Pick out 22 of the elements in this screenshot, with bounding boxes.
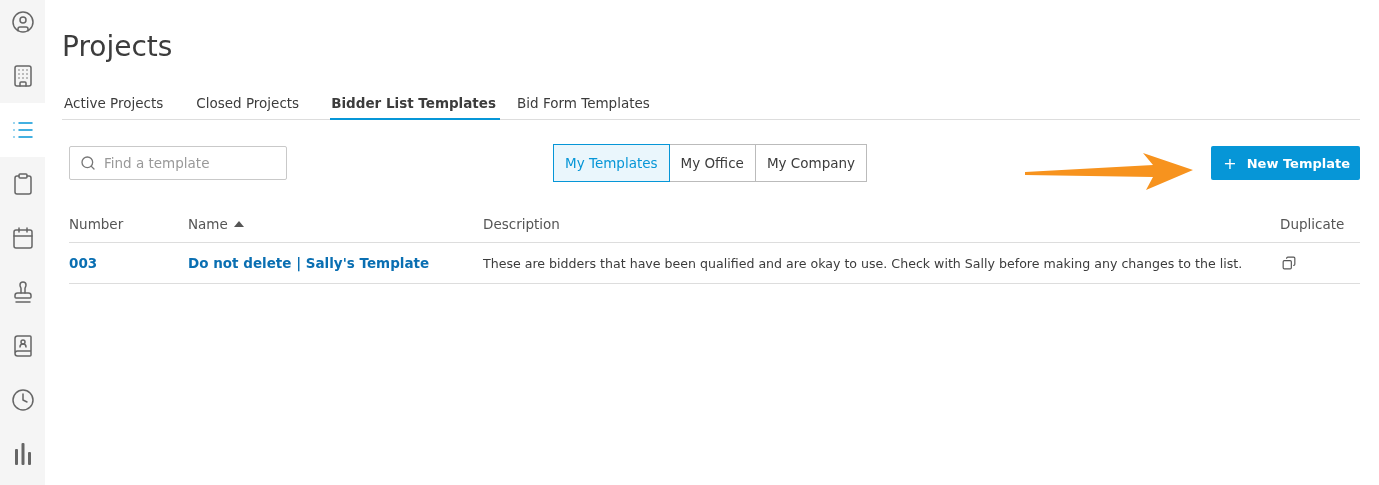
tab[interactable]: Active Projects	[62, 95, 180, 120]
person-icon	[10, 10, 35, 34]
filter-button[interactable]: My Company	[754, 144, 868, 182]
column-header[interactable]: Duplicate	[1280, 206, 1360, 243]
page-title: Projects	[62, 30, 174, 63]
search-field[interactable]: Find a template	[69, 146, 287, 180]
clock-icon	[10, 388, 35, 412]
description-text: These are bidders that have been qualified and are okay to use. Check with Sally before making any changes to the list.	[483, 255, 1243, 271]
column-header[interactable]: Description	[483, 206, 1280, 243]
search-icon	[80, 155, 96, 171]
sidebar-item[interactable]	[0, 103, 45, 157]
bar-chart-icon	[12, 443, 33, 465]
calendar-icon	[10, 226, 35, 250]
duplicate-icon[interactable]	[1282, 256, 1296, 270]
name-link[interactable]: Do not delete | Sally's Template	[188, 255, 430, 271]
column-header[interactable]: Number	[69, 206, 188, 243]
filter-button[interactable]: My Office	[668, 144, 756, 182]
tab[interactable]: Bidder List Templates	[330, 95, 500, 120]
column-header[interactable]: Name	[188, 206, 483, 243]
tab[interactable]: Bid Form Templates	[515, 95, 666, 120]
number-link[interactable]: 003	[69, 255, 98, 271]
tab[interactable]: Closed Projects	[194, 95, 316, 120]
